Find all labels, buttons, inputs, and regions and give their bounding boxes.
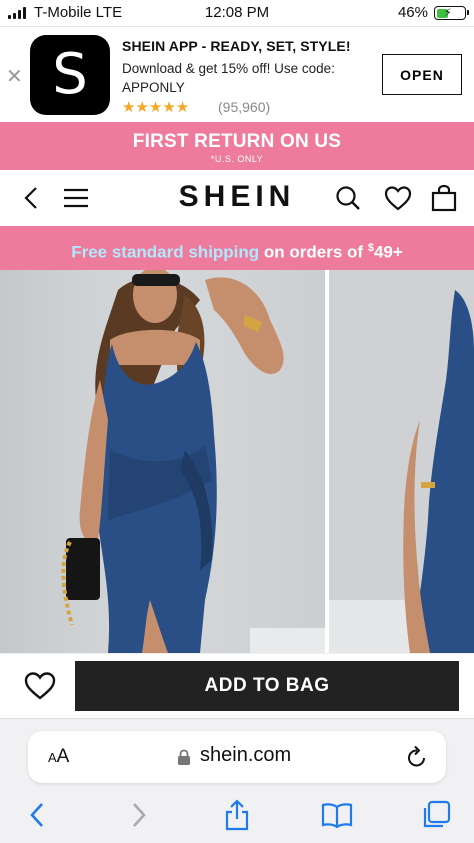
menu-icon[interactable]: [62, 184, 90, 212]
heart-icon[interactable]: [384, 184, 412, 212]
shipping-banner[interactable]: Free standard shipping on orders of $49+: [0, 226, 474, 270]
shipping-highlight: Free standard shipping: [71, 242, 260, 262]
reload-icon[interactable]: [406, 745, 428, 774]
shein-app-logo: S: [30, 35, 110, 115]
logo-letter: S: [52, 42, 88, 107]
review-count: (95,960): [218, 99, 271, 115]
text-size-button[interactable]: AA: [48, 746, 69, 768]
back-icon[interactable]: [24, 799, 50, 831]
brand-logo[interactable]: SHEIN: [170, 180, 304, 214]
purchase-bar: ADD TO BAG: [0, 653, 474, 718]
battery-percent: 46%: [397, 4, 428, 21]
app-install-banner: ✕ S SHEIN APP - READY, SET, STYLE! Downl…: [0, 26, 474, 122]
forward-icon[interactable]: [126, 799, 152, 831]
browser-toolbar: AA shein.com: [0, 718, 474, 843]
share-icon[interactable]: [222, 799, 252, 831]
close-icon[interactable]: ✕: [6, 64, 23, 89]
status-bar: T-Mobile LTE 12:08 PM 46% ⚡: [0, 0, 474, 26]
tabs-icon[interactable]: [420, 799, 452, 831]
address-bar[interactable]: AA shein.com: [28, 731, 446, 783]
product-gallery[interactable]: [0, 270, 474, 653]
promo-banner[interactable]: FIRST RETURN ON US *U.S. ONLY: [0, 122, 474, 170]
product-photo-side[interactable]: [329, 270, 474, 653]
search-icon[interactable]: [334, 184, 362, 212]
url-domain: shein.com: [200, 744, 292, 766]
promo-note: *U.S. ONLY: [210, 154, 264, 164]
battery-charging-icon: ⚡: [434, 6, 469, 20]
heart-outline-icon[interactable]: [24, 671, 56, 706]
lock-icon: [177, 749, 191, 771]
banner-subtitle: Download & get 15% off! Use code: APPONL…: [122, 61, 335, 95]
product-photo-front[interactable]: [0, 270, 329, 653]
bookmarks-icon[interactable]: [320, 799, 354, 831]
shipping-middle: on orders of: [259, 242, 368, 262]
back-chevron-icon[interactable]: [20, 184, 42, 212]
banner-title: SHEIN APP - READY, SET, STYLE!: [122, 38, 351, 54]
add-to-bag-button[interactable]: ADD TO BAG: [75, 661, 459, 711]
shopping-bag-icon[interactable]: [430, 184, 458, 212]
shipping-amount: 49+: [373, 242, 403, 262]
rating-stars: ★★★★★: [122, 99, 190, 116]
site-header: SHEIN: [0, 170, 474, 226]
open-app-button[interactable]: OPEN: [382, 54, 462, 95]
promo-headline: FIRST RETURN ON US: [132, 131, 342, 152]
